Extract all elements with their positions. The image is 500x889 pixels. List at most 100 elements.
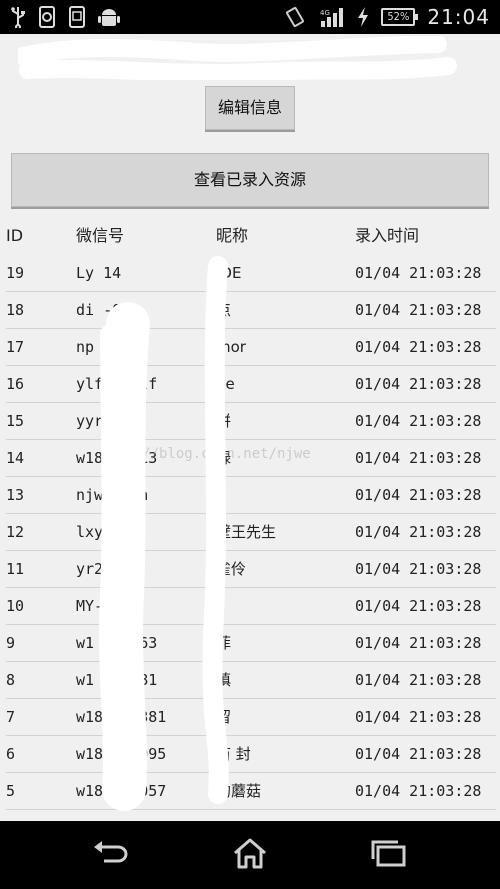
resource-table: ID 微信号 昵称 录入时间 19 Ly 14 IDE 01/04 21:03:28 1… bbox=[6, 218, 496, 810]
row-nickname: 拼 bbox=[216, 412, 232, 430]
row-wechat: lxy orm bbox=[76, 523, 140, 541]
row-wechat: di -093 bbox=[76, 301, 140, 319]
row-entry-time: 01/04 21:03:28 bbox=[355, 671, 482, 689]
row-nickname: 菲 bbox=[216, 634, 232, 652]
table-row: 16 ylf 013lf be 01/04 21:03:28 bbox=[6, 366, 496, 403]
row-wechat: yyr 326 bbox=[76, 412, 140, 430]
row-wechat: yr2 26 bbox=[76, 560, 131, 578]
row-id: 17 bbox=[6, 338, 25, 356]
table-row: 5 w185 93057 的蘑菇 01/04 21:03:28 bbox=[6, 773, 496, 810]
table-row: 8 w1 736381 慎 01/04 21:03:28 bbox=[6, 662, 496, 699]
row-wechat: Ly 14 bbox=[76, 264, 122, 282]
row-id: 14 bbox=[6, 449, 25, 467]
header-id: ID bbox=[6, 226, 24, 245]
row-entry-time: 01/04 21:03:28 bbox=[355, 486, 482, 504]
table-row: 15 yyr 326 拼 01/04 21:03:28 bbox=[6, 403, 496, 440]
view-entered-resources-button[interactable]: 查看已录入资源 bbox=[11, 153, 489, 207]
table-body: 19 Ly 14 IDE 01/04 21:03:28 18 di -093 点 01/04 … bbox=[6, 255, 496, 810]
row-id: 12 bbox=[6, 523, 25, 541]
redaction-scribble-top bbox=[18, 36, 457, 80]
row-nickname: mor bbox=[216, 338, 246, 356]
row-entry-time: 01/04 21:03:28 bbox=[355, 782, 482, 800]
row-nickname: 的蘑菇 bbox=[216, 782, 262, 800]
row-wechat: np 8899 bbox=[76, 338, 140, 356]
row-entry-time: 01/04 21:03:28 bbox=[355, 708, 482, 726]
row-id: 15 bbox=[6, 412, 25, 430]
row-id: 18 bbox=[6, 301, 25, 319]
row-wechat: w185 93057 bbox=[76, 782, 167, 800]
navigation-bar bbox=[0, 821, 500, 889]
table-row: 17 np 8899 mor 01/04 21:03:28 bbox=[6, 329, 496, 366]
table-row: 13 njw ukun K 01/04 21:03:28 bbox=[6, 477, 496, 514]
row-entry-time: 01/04 21:03:28 bbox=[355, 301, 482, 319]
row-nickname: 留 bbox=[216, 708, 232, 726]
row-wechat: w18 590381 bbox=[76, 708, 167, 726]
home-icon bbox=[232, 837, 268, 873]
table-row: 19 Ly 14 IDE 01/04 21:03:28 bbox=[6, 255, 496, 292]
back-icon bbox=[90, 839, 130, 871]
row-nickname: 点 bbox=[216, 301, 232, 319]
row-entry-time: 01/04 21:03:28 bbox=[355, 338, 482, 356]
table-row: 11 yr2 26 雀伶 01/04 21:03:28 bbox=[6, 551, 496, 588]
screenshot-icon bbox=[68, 6, 86, 28]
table-header: ID 微信号 昵称 录入时间 bbox=[6, 218, 496, 255]
row-id: 13 bbox=[6, 486, 25, 504]
row-entry-time: 01/04 21:03:28 bbox=[355, 560, 482, 578]
row-id: 6 bbox=[6, 745, 16, 763]
row-nickname: be bbox=[216, 375, 235, 393]
clock: 21:04 bbox=[427, 5, 490, 29]
row-id: 7 bbox=[6, 708, 16, 726]
row-id: 9 bbox=[6, 634, 16, 652]
header-entry-time: 录入时间 bbox=[355, 226, 420, 245]
app-content: 编辑信息 查看已录入资源 ID 微信号 昵称 录入时间 19 Ly 14 IDE 01… bbox=[0, 34, 500, 821]
row-id: 5 bbox=[6, 782, 16, 800]
row-id: 11 bbox=[6, 560, 25, 578]
row-entry-time: 01/04 21:03:28 bbox=[355, 264, 482, 282]
svg-text:4G: 4G bbox=[320, 9, 330, 17]
row-nickname: 慎 bbox=[216, 671, 232, 689]
row-wechat: w185 93095 bbox=[76, 745, 167, 763]
recent-apps-button[interactable] bbox=[358, 835, 418, 875]
row-nickname: IDE bbox=[216, 264, 242, 282]
row-entry-time: 01/04 21:03:28 bbox=[355, 449, 482, 467]
row-id: 16 bbox=[6, 375, 25, 393]
row-id: 8 bbox=[6, 671, 16, 689]
row-wechat: njw ukun bbox=[76, 486, 149, 504]
edit-info-button[interactable]: 编辑信息 bbox=[205, 86, 295, 130]
row-entry-time: 01/04 21:03:28 bbox=[355, 634, 482, 652]
table-row: 18 di -093 点 01/04 21:03:28 bbox=[6, 292, 496, 329]
table-row: 6 w185 93095 苗 封 01/04 21:03:28 bbox=[6, 736, 496, 773]
usb-icon bbox=[10, 6, 26, 28]
table-row: 9 w1 553863 菲 01/04 21:03:28 bbox=[6, 625, 496, 662]
row-entry-time: 01/04 21:03:28 bbox=[355, 412, 482, 430]
row-wechat: MY- bbox=[76, 597, 104, 615]
row-entry-time: 01/04 21:03:28 bbox=[355, 375, 482, 393]
header-nickname: 昵称 bbox=[216, 226, 249, 245]
vibrate-icon bbox=[283, 6, 307, 28]
back-button[interactable] bbox=[80, 835, 140, 875]
table-row: 10 MY- 01/04 21:03:28 bbox=[6, 588, 496, 625]
table-row: 12 lxy orm 壁王先生 01/04 21:03:28 bbox=[6, 514, 496, 551]
row-wechat: w1 553863 bbox=[76, 634, 158, 652]
row-nickname: 壁王先生 bbox=[216, 523, 277, 541]
signal-icon: 4G bbox=[319, 6, 345, 28]
row-nickname: 雀伶 bbox=[216, 560, 247, 578]
row-id: 10 bbox=[6, 597, 25, 615]
row-entry-time: 01/04 21:03:28 bbox=[355, 597, 482, 615]
row-wechat: ylf 013lf bbox=[76, 375, 158, 393]
row-entry-time: 01/04 21:03:28 bbox=[355, 523, 482, 541]
row-entry-time: 01/04 21:03:28 bbox=[355, 745, 482, 763]
sync-icon bbox=[38, 6, 56, 28]
battery-indicator: 52% bbox=[381, 8, 419, 26]
charging-icon bbox=[357, 6, 369, 28]
status-bar: 4G 52% 21:04 bbox=[0, 0, 500, 34]
row-nickname: 苗 封 bbox=[216, 745, 251, 763]
row-wechat: w1 736381 bbox=[76, 671, 158, 689]
watermark: http://blog.csdn.net/njwe bbox=[100, 446, 311, 462]
header-wechat: 微信号 bbox=[76, 226, 125, 245]
row-nickname: K bbox=[216, 486, 226, 504]
row-id: 19 bbox=[6, 264, 25, 282]
home-button[interactable] bbox=[220, 835, 280, 875]
table-row: 7 w18 590381 留 01/04 21:03:28 bbox=[6, 699, 496, 736]
android-icon bbox=[98, 6, 120, 28]
